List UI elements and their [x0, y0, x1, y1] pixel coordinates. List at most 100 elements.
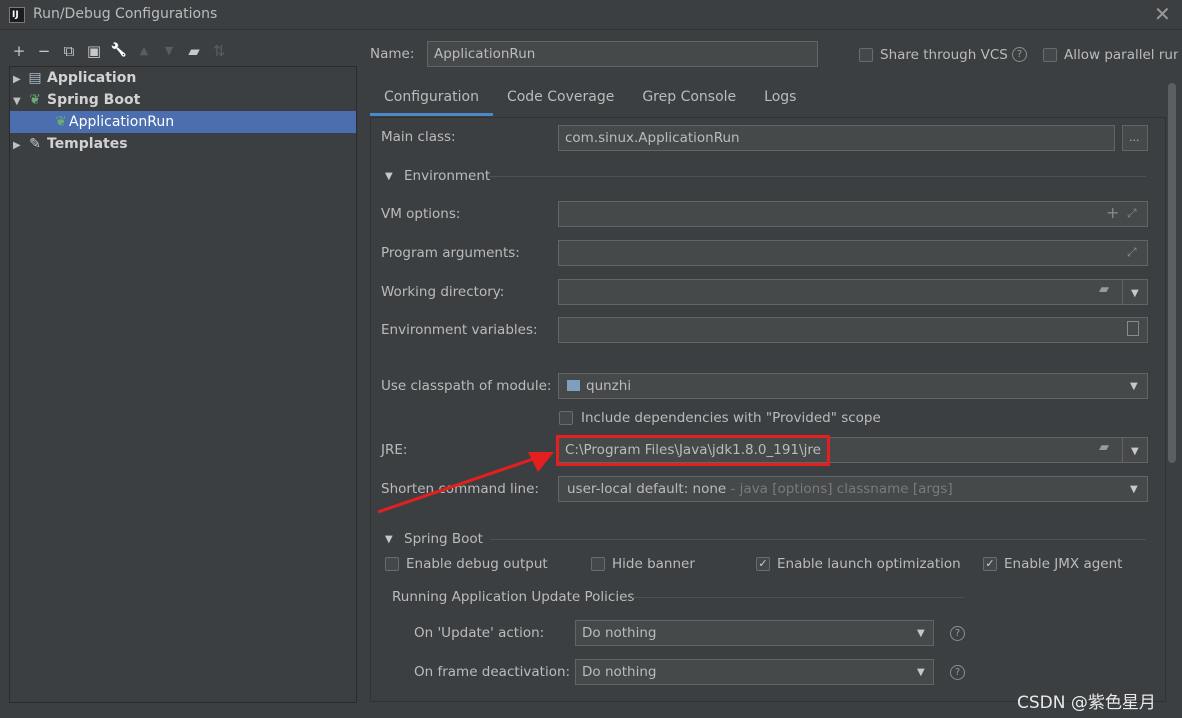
running-policies-title: Running Application Update Policies — [392, 589, 635, 605]
shorten-command-line-value: user-local default: none — [567, 481, 727, 497]
environment-variables-label: Environment variables: — [381, 322, 538, 338]
expand-icon[interactable]: ⤢ — [1127, 245, 1137, 260]
include-dependencies-checkbox[interactable] — [559, 411, 573, 425]
jre-dropdown[interactable]: ▼ — [1122, 437, 1148, 463]
vm-options-input[interactable] — [558, 201, 1148, 227]
title-bar: IJ Run/Debug Configurations ✕ — [0, 0, 1182, 30]
main-class-input[interactable]: com.sinux.ApplicationRun — [558, 125, 1115, 151]
add-icon[interactable]: + — [1106, 203, 1119, 222]
on-update-select[interactable]: Do nothing — [575, 620, 934, 646]
tab-logs[interactable]: Logs — [750, 82, 810, 116]
shorten-command-line-select[interactable]: user-local default: none - java [options… — [558, 476, 1148, 502]
hide-banner-checkbox[interactable] — [591, 557, 605, 571]
copy-icon[interactable]: ⧉ — [60, 41, 78, 61]
folder-icon[interactable]: ▰ — [1099, 282, 1109, 297]
browse-button[interactable]: ... — [1122, 125, 1148, 151]
close-icon[interactable]: ✕ — [1154, 2, 1171, 26]
collapse-arrow-icon[interactable]: ▼ — [385, 534, 393, 545]
enable-debug-checkbox[interactable] — [385, 557, 399, 571]
shorten-command-line-hint: - java [options] classname [args] — [726, 481, 953, 497]
sort-icon[interactable]: ⇅ — [210, 41, 228, 61]
enable-jmx-checkbox[interactable]: ✓ — [983, 557, 997, 571]
intellij-app-icon: IJ — [9, 7, 25, 23]
document-icon[interactable] — [1127, 321, 1139, 336]
tree-item-label: Spring Boot — [47, 92, 141, 108]
red-annotation-arrow — [377, 452, 554, 514]
help-icon[interactable]: ? — [950, 665, 965, 680]
spring-boot-run-icon: ❦ — [55, 114, 67, 130]
include-dependencies-label: Include dependencies with "Provided" sco… — [581, 410, 881, 426]
classpath-module-select[interactable]: qunzhi — [558, 373, 1148, 399]
tree-item-label: Templates — [47, 136, 128, 152]
vm-options-label: VM options: — [381, 206, 461, 222]
working-directory-label: Working directory: — [381, 284, 505, 300]
folder-icon[interactable]: ▰ — [1099, 440, 1109, 455]
expand-icon[interactable]: ⤢ — [1127, 206, 1137, 221]
program-arguments-input[interactable] — [558, 240, 1148, 266]
environment-variables-input[interactable] — [558, 317, 1148, 343]
tree-item-label: Application — [47, 70, 137, 86]
tree-item-templates[interactable]: ▶ ✎ Templates — [10, 133, 356, 155]
tree-item-spring-boot[interactable]: ▼ ❦ Spring Boot — [10, 89, 356, 111]
configuration-tree: ▶ ▤ Application ▼ ❦ Spring Boot ❦ Application… — [9, 66, 357, 703]
chevron-down-icon: ▼ — [1130, 484, 1138, 495]
enable-jmx-label: Enable JMX agent — [1004, 556, 1123, 572]
chevron-down-icon: ▼ — [1130, 381, 1138, 392]
tree-item-application[interactable]: ▶ ▤ Application — [10, 67, 356, 89]
share-vcs-label: Share through VCS — [880, 47, 1008, 63]
remove-icon[interactable]: − — [35, 41, 53, 61]
application-icon: ▤ — [28, 70, 42, 86]
wrench-icon: ✎ — [29, 136, 41, 152]
enable-launch-optimization-label: Enable launch optimization — [777, 556, 961, 572]
tab-configuration[interactable]: Configuration — [370, 82, 493, 116]
enable-launch-optimization-checkbox[interactable]: ✓ — [756, 557, 770, 571]
allow-parallel-checkbox[interactable] — [1043, 48, 1057, 62]
tab-code-coverage[interactable]: Code Coverage — [493, 82, 628, 116]
environment-section-title: Environment — [404, 168, 491, 184]
section-divider — [490, 539, 1146, 540]
working-directory-dropdown[interactable]: ▼ — [1122, 279, 1148, 305]
chevron-down-icon: ▼ — [1131, 446, 1139, 457]
classpath-module-value: qunzhi — [586, 378, 632, 394]
name-label: Name: — [370, 46, 415, 62]
allow-parallel-label: Allow parallel run — [1064, 47, 1178, 63]
tab-grep-console[interactable]: Grep Console — [628, 82, 750, 116]
module-folder-icon — [567, 380, 580, 391]
expand-arrow-icon[interactable]: ▶ — [13, 135, 27, 157]
main-class-label: Main class: — [381, 129, 456, 145]
expand-arrow-icon[interactable]: ▶ — [13, 69, 27, 91]
csdn-watermark: CSDN @紫色星月 — [1017, 693, 1156, 713]
on-frame-deactivation-label: On frame deactivation: — [414, 664, 571, 680]
wrench-icon[interactable]: 🔧 — [110, 41, 128, 61]
window-title: Run/Debug Configurations — [33, 6, 218, 22]
name-input[interactable]: ApplicationRun — [427, 41, 818, 67]
folder-add-icon[interactable]: ▰ — [185, 41, 203, 61]
tree-item-application-run[interactable]: ❦ ApplicationRun — [10, 111, 356, 133]
section-divider — [632, 597, 964, 598]
spring-boot-icon: ❦ — [29, 92, 41, 108]
classpath-module-label: Use classpath of module: — [381, 378, 552, 394]
move-up-icon[interactable]: ▲ — [135, 41, 153, 61]
move-down-icon[interactable]: ▼ — [160, 41, 178, 61]
vertical-scrollbar[interactable] — [1168, 83, 1176, 463]
chevron-down-icon: ▼ — [917, 667, 925, 678]
add-icon[interactable]: + — [10, 41, 28, 61]
collapse-arrow-icon[interactable]: ▼ — [385, 171, 393, 182]
help-icon[interactable]: ? — [1012, 47, 1027, 62]
share-vcs-checkbox[interactable] — [859, 48, 873, 62]
hide-banner-label: Hide banner — [612, 556, 695, 572]
working-directory-input[interactable] — [558, 279, 1123, 305]
section-divider — [490, 176, 1146, 177]
on-update-label: On 'Update' action: — [414, 625, 545, 641]
spring-boot-section-title: Spring Boot — [404, 531, 483, 547]
on-frame-deactivation-select[interactable]: Do nothing — [575, 659, 934, 685]
enable-debug-label: Enable debug output — [406, 556, 548, 572]
chevron-down-icon: ▼ — [917, 628, 925, 639]
collapse-arrow-icon[interactable]: ▼ — [13, 91, 27, 113]
help-icon[interactable]: ? — [950, 626, 965, 641]
config-tabs: Configuration Code Coverage Grep Console… — [370, 82, 810, 116]
save-icon[interactable]: ▣ — [85, 41, 103, 61]
chevron-down-icon: ▼ — [1131, 288, 1139, 299]
config-toolbar: + − ⧉ ▣ 🔧 ▲ ▼ ▰ ⇅ — [10, 40, 228, 62]
program-arguments-label: Program arguments: — [381, 245, 520, 261]
